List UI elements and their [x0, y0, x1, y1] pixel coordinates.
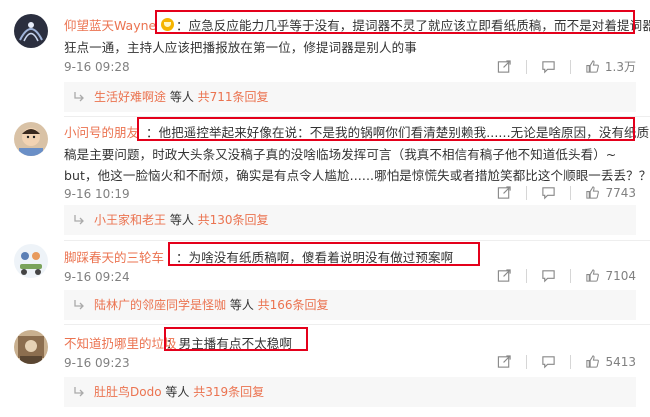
reply-count[interactable]: 共166条回复: [258, 298, 329, 312]
reply-summary[interactable]: 生活好难啊途 等人 共711条回复: [64, 82, 636, 112]
thumbs-up-icon: [586, 355, 600, 368]
highlight-box: [155, 10, 635, 34]
reply-user[interactable]: 肚肚鸟Dodo: [94, 385, 162, 399]
divider: [64, 324, 650, 325]
avatar[interactable]: [14, 14, 48, 48]
like-button[interactable]: 7104: [585, 268, 636, 283]
timestamp: 9-16 09:24: [64, 270, 130, 284]
comment-actions: 7743: [497, 185, 636, 200]
reply-count[interactable]: 共711条回复: [198, 90, 269, 104]
thumbs-up-icon: [586, 60, 599, 73]
share-icon[interactable]: [497, 185, 512, 200]
share-icon[interactable]: [497, 268, 512, 283]
comment-icon[interactable]: [541, 354, 556, 369]
reply-summary[interactable]: 陆林广的邻座同学是怪咖 等人 共166条回复: [64, 290, 636, 320]
thumbs-up-icon: [586, 186, 600, 199]
comment-actions: 1.3万: [497, 58, 636, 75]
reply-user[interactable]: 陆林广的邻座同学是怪咖: [94, 298, 226, 312]
like-count: 7104: [605, 268, 636, 283]
username[interactable]: 小问号的朋友: [64, 122, 139, 141]
comment-actions: 5413: [497, 354, 636, 369]
reply-arrow-icon: [74, 300, 84, 310]
highlight-box: [137, 117, 635, 141]
timestamp: 9-16 09:28: [64, 60, 130, 74]
reply-arrow-icon: [74, 387, 84, 397]
reply-arrow-icon: [74, 215, 84, 225]
timestamp: 9-16 09:23: [64, 356, 130, 370]
comment-icon[interactable]: [541, 185, 556, 200]
comment-icon[interactable]: [541, 59, 556, 74]
reply-arrow-icon: [74, 92, 84, 102]
divider: [64, 240, 650, 241]
reply-count[interactable]: 共319条回复: [193, 385, 264, 399]
reply-summary[interactable]: 小王家和老王 等人 共130条回复: [64, 205, 636, 235]
highlight-box: [168, 242, 480, 266]
reply-user[interactable]: 生活好难啊途: [94, 90, 166, 104]
reply-summary[interactable]: 肚肚鸟Dodo 等人 共319条回复: [64, 377, 636, 407]
timestamp: 9-16 10:19: [64, 187, 130, 201]
like-button[interactable]: 7743: [585, 185, 636, 200]
comment-text-line: but，他这一脸恼火和不耐烦，确实是有点令人尴尬......哪怕是惊慌失或者措尬…: [64, 168, 650, 183]
username[interactable]: 脚踩春天的三轮车: [64, 247, 164, 266]
reply-user[interactable]: 小王家和老王: [94, 213, 166, 227]
avatar[interactable]: [14, 330, 48, 364]
share-icon[interactable]: [497, 354, 512, 369]
avatar[interactable]: [14, 122, 48, 156]
comment-actions: 7104: [497, 268, 636, 283]
comment-icon[interactable]: [541, 268, 556, 283]
thumbs-up-icon: [586, 269, 600, 282]
reply-count[interactable]: 共130条回复: [198, 213, 269, 227]
avatar[interactable]: [14, 244, 48, 278]
like-button[interactable]: 1.3万: [585, 58, 636, 75]
like-count: 5413: [605, 354, 636, 369]
highlight-box: [164, 327, 308, 351]
like-count: 7743: [605, 185, 636, 200]
share-icon[interactable]: [497, 59, 512, 74]
comment-text-line: 狂点一通，主持人应该把播报放在第一位，修提词器是别人的事: [64, 40, 417, 55]
username[interactable]: 不知道扔哪里的垃圾: [64, 333, 177, 352]
like-count: 1.3万: [604, 60, 636, 74]
like-button[interactable]: 5413: [585, 354, 636, 369]
comment-text-line: 稿是主要问题，时政大头条又没稿子真的没啥临场发挥可言（我真不相信有稿子他不知道低…: [64, 147, 617, 162]
